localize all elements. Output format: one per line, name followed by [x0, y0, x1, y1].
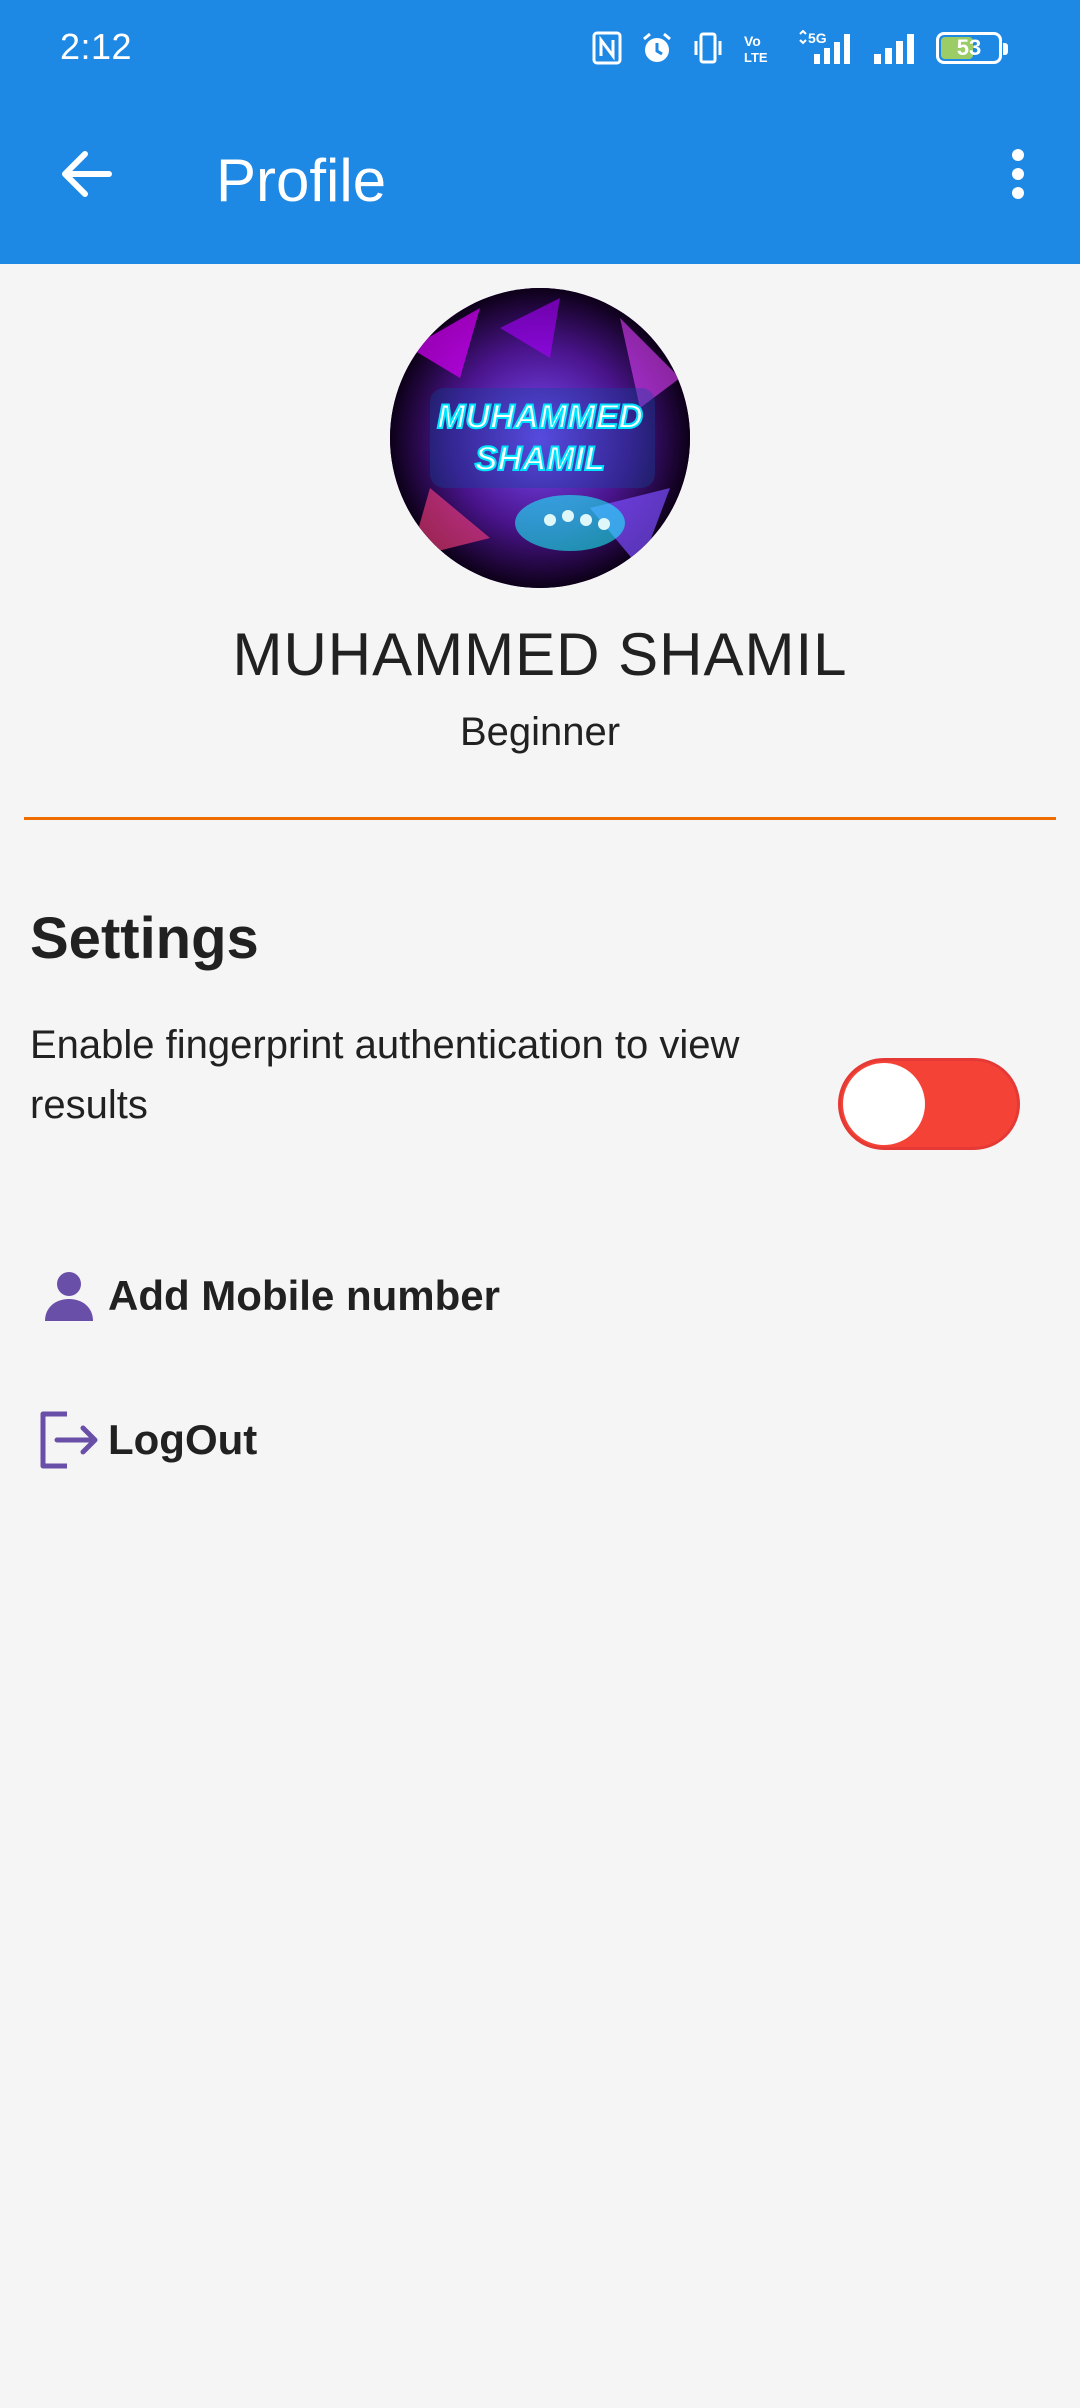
- volte-icon: Vo LTE: [742, 31, 778, 65]
- fingerprint-setting-label: Enable fingerprint authentication to vie…: [30, 1023, 740, 1127]
- logout-icon: [30, 1401, 108, 1479]
- avatar-text-line2: SHAMIL: [475, 440, 605, 478]
- user-level: Beginner: [459, 710, 621, 754]
- status-icons: Vo LTE 5G 53: [592, 26, 1008, 70]
- back-button[interactable]: [44, 134, 128, 218]
- more-options-button[interactable]: [976, 134, 1060, 218]
- page-title: Profile: [216, 147, 387, 214]
- person-icon: [30, 1257, 108, 1335]
- vibrate-icon: [692, 31, 724, 65]
- add-mobile-number-label: Add Mobile number: [108, 1272, 500, 1319]
- fingerprint-toggle[interactable]: [838, 1058, 1020, 1150]
- svg-text:LTE: LTE: [744, 50, 768, 65]
- add-mobile-number-item[interactable]: Add Mobile number: [30, 1246, 500, 1346]
- signal-5g-icon: 5G: [796, 30, 854, 66]
- alarm-icon: [640, 31, 674, 65]
- status-time: 2:12: [60, 26, 133, 67]
- avatar-text-line1: MUHAMMED: [437, 398, 643, 436]
- battery-icon: 53: [936, 32, 1008, 64]
- arrow-back-icon: [59, 149, 113, 204]
- more-vert-icon: [1010, 148, 1026, 205]
- logout-label: LogOut: [108, 1416, 258, 1463]
- user-name: MUHAMMED SHAMIL: [232, 621, 848, 688]
- nfc-icon: [592, 31, 622, 65]
- app-bar: Profile: [0, 96, 1080, 264]
- divider: [24, 817, 1056, 820]
- avatar[interactable]: MUHAMMED SHAMIL: [390, 288, 690, 588]
- battery-nub: [1003, 43, 1008, 55]
- toggle-knob: [843, 1063, 925, 1145]
- status-bar: 2:12 Vo LTE 5G 53: [0, 0, 1080, 96]
- battery-level: 53: [956, 35, 982, 60]
- settings-heading: Settings: [30, 906, 259, 971]
- svg-text:5G: 5G: [808, 30, 827, 46]
- signal-icon: [872, 30, 918, 66]
- svg-text:Vo: Vo: [744, 33, 761, 49]
- logout-item[interactable]: LogOut: [30, 1390, 257, 1490]
- avatar-image: MUHAMMED SHAMIL: [390, 288, 690, 588]
